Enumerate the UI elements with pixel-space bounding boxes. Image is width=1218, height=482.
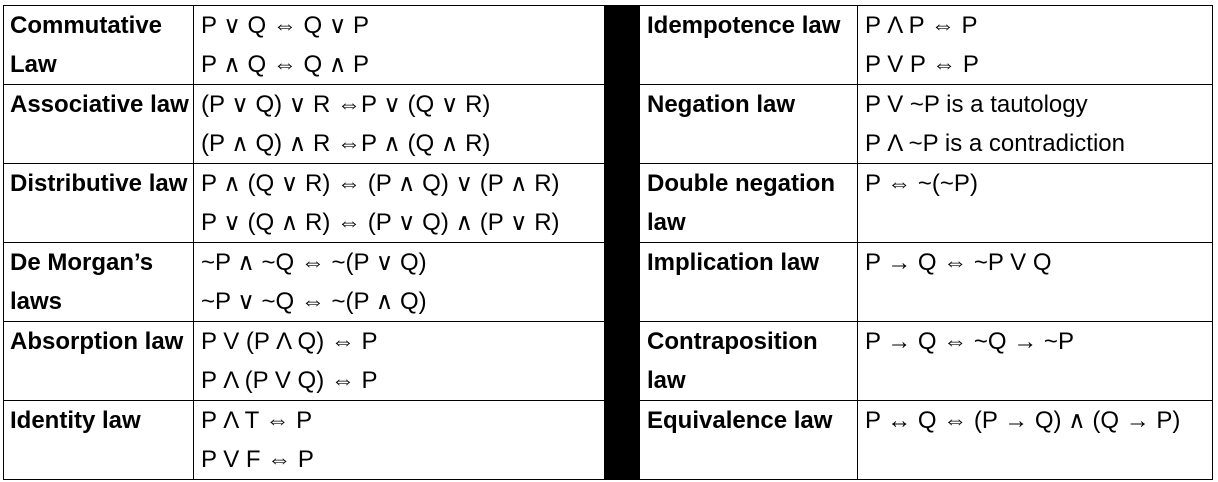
law-name-cell: Distributive law — [3, 163, 194, 243]
law-name-cell: Negation law — [639, 84, 858, 164]
law-name-cell: Double negation law — [639, 163, 858, 243]
formula-line: P → Q ⇔ ~Q → ~P — [865, 328, 1074, 355]
law-name-cell: Identity law — [3, 400, 194, 480]
law-name: Absorption law — [10, 328, 184, 355]
law-name-cell: Equivalence law — [639, 400, 858, 480]
formula-line: P V P ⇔ P — [865, 51, 979, 78]
formula-line: P ⇔ ~(~P) — [865, 170, 978, 197]
law-name: Equivalence law — [647, 407, 833, 434]
law-name: De Morgan’s laws — [10, 249, 154, 315]
law-name: Associative law — [10, 91, 189, 118]
formula-line: P ∧ (Q ∨ R) ⇔ (P ∧ Q) ∨ (P ∧ R) — [201, 170, 560, 197]
formula-line: P V ~P is a tautology — [865, 91, 1088, 118]
formula-cell: P ∨ Q ⇔ Q ∨ P P ∧ Q ⇔ Q ∧ P — [193, 5, 605, 85]
formula-line: ~P ∨ ~Q ⇔ ~(P ∧ Q) — [201, 288, 427, 315]
law-name-cell: Associative law — [3, 84, 194, 164]
formula-cell: P Λ T ⇔ P P V F ⇔ P — [193, 400, 605, 480]
formula-cell: P ∧ (Q ∨ R) ⇔ (P ∧ Q) ∨ (P ∧ R) P ∨ (Q ∧… — [193, 163, 605, 243]
law-name: Negation law — [647, 91, 796, 118]
law-name-cell: Idempotence law — [639, 5, 858, 85]
formula-line: P ∨ (Q ∧ R) ⇔ (P ∨ Q) ∧ (P ∨ R) — [201, 209, 560, 236]
formula-cell: P Λ P ⇔ P P V P ⇔ P — [857, 5, 1213, 85]
formula-cell: P ↔ Q ⇔ (P → Q) ∧ (Q → P) — [857, 400, 1213, 480]
formula-line: P Λ ~P is a contradiction — [865, 130, 1125, 157]
law-name-cell: Implication law — [639, 242, 858, 322]
formula-cell: P V ~P is a tautology P Λ ~P is a contra… — [857, 84, 1213, 164]
formula-line: P ↔ Q ⇔ (P → Q) ∧ (Q → P) — [865, 407, 1181, 434]
law-name-cell: Commutative Law — [3, 5, 194, 85]
law-name: Double negation law — [647, 170, 835, 236]
formula-line: P ∧ Q ⇔ Q ∧ P — [201, 51, 370, 78]
laws-table: Commutative Law P ∨ Q ⇔ Q ∨ P P ∧ Q ⇔ Q … — [3, 5, 1213, 480]
formula-line: P V (P Λ Q) ⇔ P — [201, 328, 378, 355]
law-name: Commutative Law — [10, 12, 163, 78]
formula-line: P Λ T ⇔ P — [201, 407, 313, 434]
formula-cell: P → Q ⇔ ~P V Q — [857, 242, 1213, 322]
formula-line: P ∨ Q ⇔ Q ∨ P — [201, 12, 370, 39]
formula-cell: (P ∨ Q) ∨ R ⇔P ∨ (Q ∨ R) (P ∧ Q) ∧ R ⇔P … — [193, 84, 605, 164]
law-name: Identity law — [10, 407, 141, 434]
law-name: Contraposition law — [647, 328, 818, 394]
column-separator — [604, 5, 640, 480]
formula-line: P Λ (P V Q) ⇔ P — [201, 367, 378, 394]
table-row: Commutative Law P ∨ Q ⇔ Q ∨ P P ∧ Q ⇔ Q … — [3, 5, 1213, 480]
law-name-cell: Contraposition law — [639, 321, 858, 401]
formula-line: P V F ⇔ P — [201, 446, 314, 473]
law-name: Idempotence law — [647, 12, 841, 39]
formula-cell: P V (P Λ Q) ⇔ P P Λ (P V Q) ⇔ P — [193, 321, 605, 401]
formula-cell: P ⇔ ~(~P) — [857, 163, 1213, 243]
formula-cell: P → Q ⇔ ~Q → ~P — [857, 321, 1213, 401]
law-name: Distributive law — [10, 170, 188, 197]
formula-line: P Λ P ⇔ P — [865, 12, 978, 39]
law-name-cell: De Morgan’s laws — [3, 242, 194, 322]
formula-line: (P ∧ Q) ∧ R ⇔P ∧ (Q ∧ R) — [201, 130, 491, 157]
formula-cell: ~P ∧ ~Q ⇔ ~(P ∨ Q) ~P ∨ ~Q ⇔ ~(P ∧ Q) — [193, 242, 605, 322]
formula-line: ~P ∧ ~Q ⇔ ~(P ∨ Q) — [201, 249, 427, 276]
formula-line: P → Q ⇔ ~P V Q — [865, 249, 1052, 276]
law-name-cell: Absorption law — [3, 321, 194, 401]
law-name: Implication law — [647, 249, 820, 276]
formula-line: (P ∨ Q) ∨ R ⇔P ∨ (Q ∨ R) — [201, 91, 491, 118]
